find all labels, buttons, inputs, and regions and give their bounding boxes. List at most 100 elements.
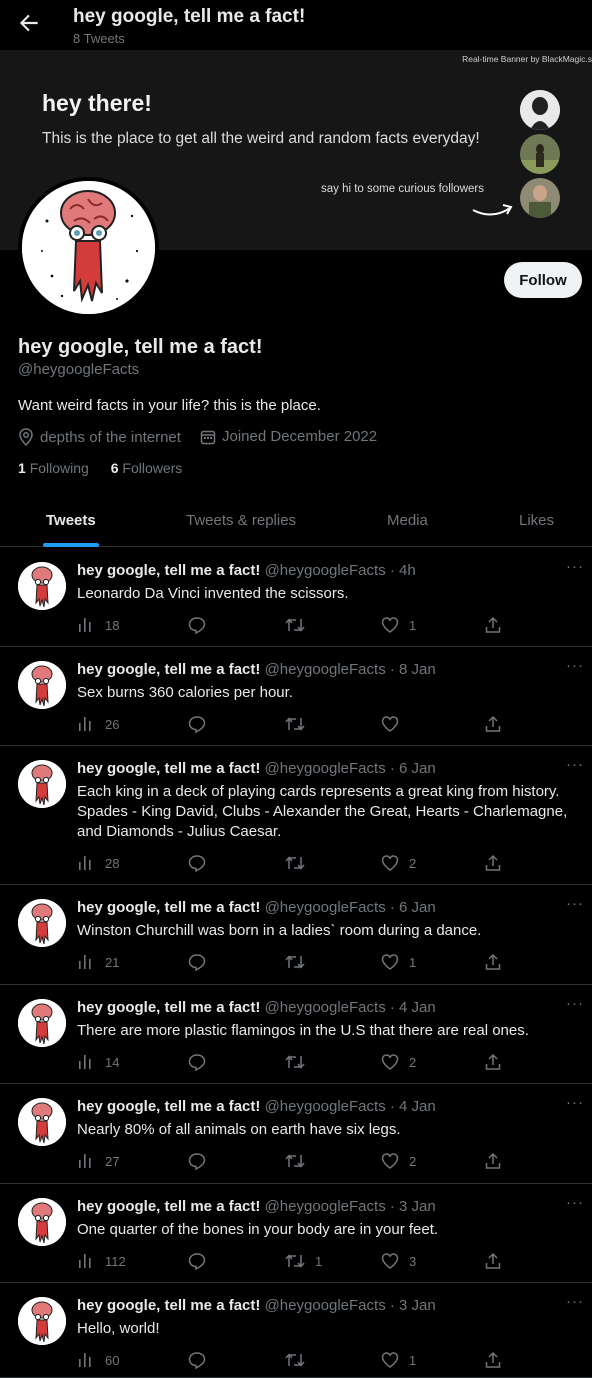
more-icon[interactable]: ··· bbox=[566, 1194, 584, 1211]
tweet-author-handle[interactable]: @heygoogleFacts bbox=[265, 899, 386, 916]
tab-media[interactable]: Media bbox=[387, 512, 428, 529]
tweet-author-handle[interactable]: @heygoogleFacts bbox=[265, 1297, 386, 1314]
more-icon[interactable]: ··· bbox=[566, 895, 584, 912]
tweet-actions: 26 bbox=[77, 715, 577, 735]
tab-tweets-replies[interactable]: Tweets & replies bbox=[186, 512, 296, 529]
like-button[interactable]: 1 bbox=[381, 1351, 416, 1369]
more-icon[interactable]: ··· bbox=[566, 1293, 584, 1310]
views-button[interactable]: 27 bbox=[77, 1152, 119, 1170]
profile-avatar[interactable] bbox=[18, 177, 159, 318]
tweet-avatar[interactable] bbox=[18, 999, 66, 1047]
tweet-author-name[interactable]: hey google, tell me a fact! bbox=[77, 661, 260, 678]
views-button[interactable]: 26 bbox=[77, 715, 119, 733]
tweet-author-handle[interactable]: @heygoogleFacts bbox=[265, 1098, 386, 1115]
tweet[interactable]: hey google, tell me a fact! @heygoogleFa… bbox=[0, 885, 592, 985]
tweet-author-name[interactable]: hey google, tell me a fact! bbox=[77, 1198, 260, 1215]
tweet-author-handle[interactable]: @heygoogleFacts bbox=[265, 661, 386, 678]
share-button[interactable] bbox=[484, 1351, 512, 1369]
tweet-author-handle[interactable]: @heygoogleFacts bbox=[265, 999, 386, 1016]
follow-button[interactable]: Follow bbox=[504, 262, 582, 298]
tweet[interactable]: hey google, tell me a fact! @heygoogleFa… bbox=[0, 647, 592, 746]
retweet-button[interactable] bbox=[285, 1053, 315, 1071]
share-button[interactable] bbox=[484, 1152, 512, 1170]
reply-button[interactable] bbox=[188, 715, 216, 733]
tweet-avatar[interactable] bbox=[18, 899, 66, 947]
views-button[interactable]: 28 bbox=[77, 854, 119, 872]
tweet-author-name[interactable]: hey google, tell me a fact! bbox=[77, 1297, 260, 1314]
views-button[interactable]: 60 bbox=[77, 1351, 119, 1369]
tweet-avatar[interactable] bbox=[18, 661, 66, 709]
like-button[interactable]: 3 bbox=[381, 1252, 416, 1270]
retweet-button[interactable]: 1 bbox=[285, 1252, 322, 1270]
tweet-author-handle[interactable]: @heygoogleFacts bbox=[265, 760, 386, 777]
reply-button[interactable] bbox=[188, 1351, 216, 1369]
reply-button[interactable] bbox=[188, 1252, 216, 1270]
retweet-button[interactable] bbox=[285, 715, 315, 733]
tweet-author-name[interactable]: hey google, tell me a fact! bbox=[77, 562, 260, 579]
tweet-author-handle[interactable]: @heygoogleFacts bbox=[265, 1198, 386, 1215]
more-icon[interactable]: ··· bbox=[566, 1094, 584, 1111]
tweet-header: hey google, tell me a fact! @heygoogleFa… bbox=[77, 1198, 436, 1215]
arrow-left-icon[interactable] bbox=[16, 10, 42, 36]
like-button[interactable]: 2 bbox=[381, 854, 416, 872]
more-icon[interactable]: ··· bbox=[566, 756, 584, 773]
tweet-timestamp[interactable]: 3 Jan bbox=[399, 1297, 436, 1314]
share-button[interactable] bbox=[484, 953, 512, 971]
more-icon[interactable]: ··· bbox=[566, 995, 584, 1012]
tweet-author-handle[interactable]: @heygoogleFacts bbox=[265, 562, 386, 579]
retweet-button[interactable] bbox=[285, 616, 315, 634]
retweet-button[interactable] bbox=[285, 854, 315, 872]
share-button[interactable] bbox=[484, 616, 512, 634]
tweet-timestamp[interactable]: 3 Jan bbox=[399, 1198, 436, 1215]
tweet-author-name[interactable]: hey google, tell me a fact! bbox=[77, 999, 260, 1016]
reply-button[interactable] bbox=[188, 1152, 216, 1170]
tweet[interactable]: hey google, tell me a fact! @heygoogleFa… bbox=[0, 548, 592, 647]
tweet-author-name[interactable]: hey google, tell me a fact! bbox=[77, 760, 260, 777]
reply-button[interactable] bbox=[188, 854, 216, 872]
tweet-avatar[interactable] bbox=[18, 1297, 66, 1345]
more-icon[interactable]: ··· bbox=[566, 657, 584, 674]
tweet-timestamp[interactable]: 4h bbox=[399, 562, 416, 579]
share-button[interactable] bbox=[484, 1053, 512, 1071]
views-button[interactable]: 14 bbox=[77, 1053, 119, 1071]
tweet[interactable]: hey google, tell me a fact! @heygoogleFa… bbox=[0, 1283, 592, 1378]
followers-link[interactable]: 6 Followers bbox=[111, 460, 183, 476]
tweet-timestamp[interactable]: 4 Jan bbox=[399, 999, 436, 1016]
tab-likes[interactable]: Likes bbox=[519, 512, 554, 529]
retweet-button[interactable] bbox=[285, 953, 315, 971]
following-link[interactable]: 1 Following bbox=[18, 460, 89, 476]
tweet[interactable]: hey google, tell me a fact! @heygoogleFa… bbox=[0, 985, 592, 1084]
reply-button[interactable] bbox=[188, 1053, 216, 1071]
reply-button[interactable] bbox=[188, 953, 216, 971]
retweet-button[interactable] bbox=[285, 1152, 315, 1170]
retweet-button[interactable] bbox=[285, 1351, 315, 1369]
like-button[interactable] bbox=[381, 715, 409, 733]
views-button[interactable]: 18 bbox=[77, 616, 119, 634]
retweet-icon bbox=[285, 1254, 305, 1268]
views-button[interactable]: 112 bbox=[77, 1252, 126, 1270]
share-button[interactable] bbox=[484, 854, 512, 872]
tweet[interactable]: hey google, tell me a fact! @heygoogleFa… bbox=[0, 1084, 592, 1184]
tweet-timestamp[interactable]: 8 Jan bbox=[399, 661, 436, 678]
tweet-avatar[interactable] bbox=[18, 1098, 66, 1146]
tweet-avatar[interactable] bbox=[18, 760, 66, 808]
like-button[interactable]: 2 bbox=[381, 1053, 416, 1071]
more-icon[interactable]: ··· bbox=[566, 558, 584, 575]
reply-button[interactable] bbox=[188, 616, 216, 634]
tweet-timestamp[interactable]: 4 Jan bbox=[399, 1098, 436, 1115]
tweet[interactable]: hey google, tell me a fact! @heygoogleFa… bbox=[0, 746, 592, 885]
like-button[interactable]: 1 bbox=[381, 616, 416, 634]
share-button[interactable] bbox=[484, 715, 512, 733]
tweet-timestamp[interactable]: 6 Jan bbox=[399, 760, 436, 777]
like-button[interactable]: 2 bbox=[381, 1152, 416, 1170]
tab-tweets[interactable]: Tweets bbox=[46, 512, 96, 529]
views-button[interactable]: 21 bbox=[77, 953, 119, 971]
tweet-author-name[interactable]: hey google, tell me a fact! bbox=[77, 899, 260, 916]
tweet-avatar[interactable] bbox=[18, 1198, 66, 1246]
share-button[interactable] bbox=[484, 1252, 512, 1270]
tweet-author-name[interactable]: hey google, tell me a fact! bbox=[77, 1098, 260, 1115]
tweet[interactable]: hey google, tell me a fact! @heygoogleFa… bbox=[0, 1184, 592, 1283]
tweet-avatar[interactable] bbox=[18, 562, 66, 610]
like-button[interactable]: 1 bbox=[381, 953, 416, 971]
tweet-timestamp[interactable]: 6 Jan bbox=[399, 899, 436, 916]
